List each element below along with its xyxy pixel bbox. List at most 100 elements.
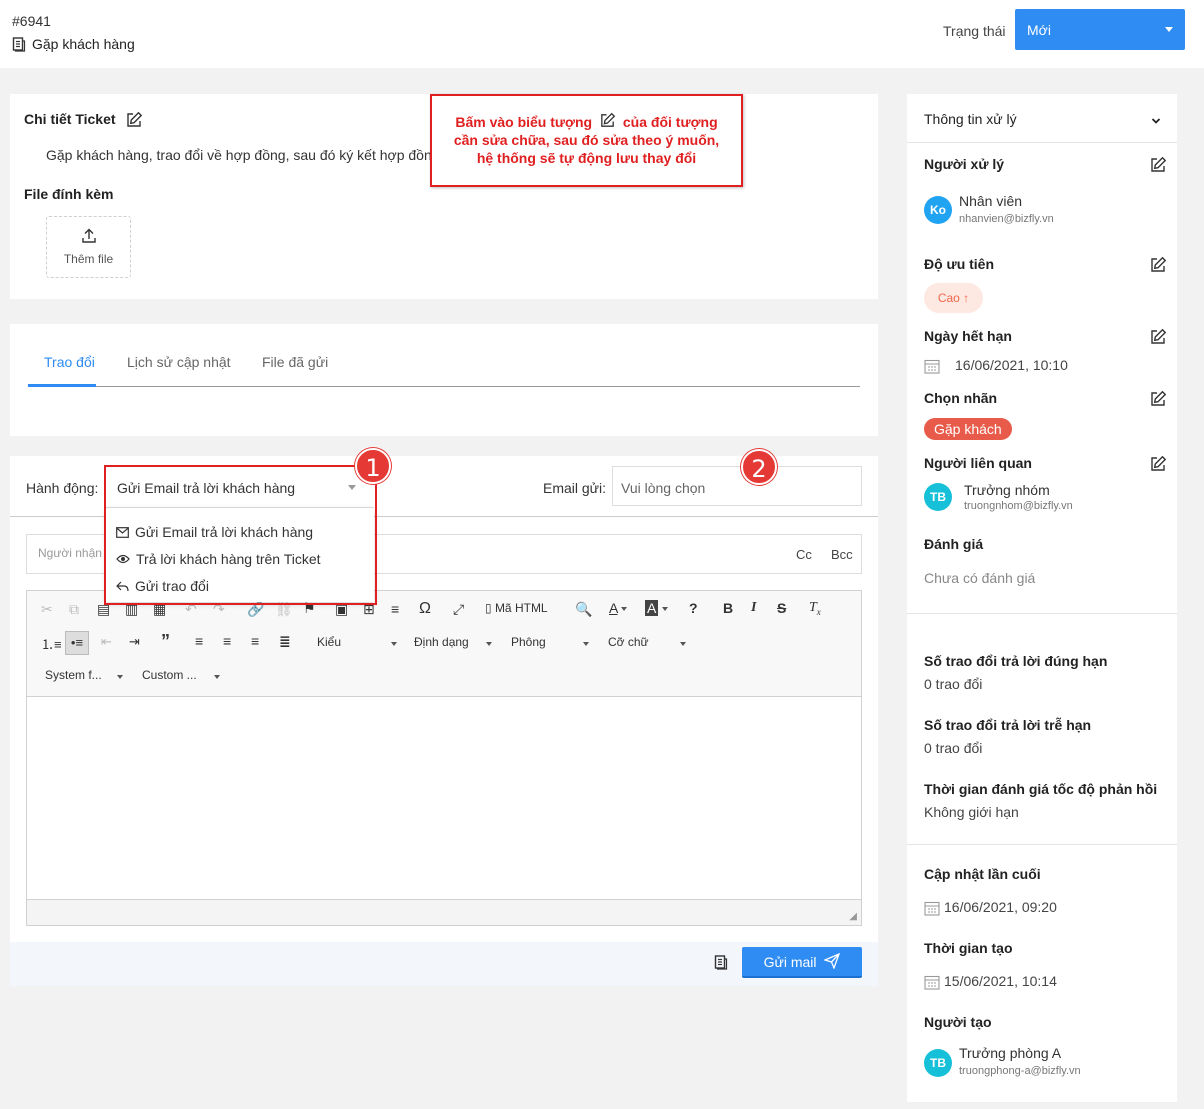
callout-line3: hệ thống sẽ tự động lưu thay đổi [476,150,697,166]
attachments-title: File đính kèm [24,186,114,202]
indent-icon[interactable]: ⇥ [129,634,140,650]
resize-handle-icon[interactable]: ◢ [849,911,857,922]
align-right-icon[interactable]: ≡ [251,633,259,649]
numbered-list-icon[interactable]: ⒈≡ [41,634,62,653]
upload-file-button[interactable]: Thêm file [46,216,131,278]
rating-title: Đánh giá [924,536,984,552]
related-email: truongnhom@bizfly.vn [964,500,1073,512]
font-select-label: Phông [511,635,546,649]
editor-toolbar: ✂ ⧉ ▤ ▥ ▦ ↶ ↷ 🔗 ⛓ ⚑ ▣ ⊞ ≡ Ω ⤢ ▯ Mã HTML … [27,591,861,697]
system-font-label: System f... [45,668,102,682]
annotation-marker-1: 1 [355,448,391,484]
annotation-box-1 [104,465,377,605]
template-icon[interactable] [714,955,728,973]
cc-button[interactable]: Cc [796,547,812,562]
due-date-value: 16/06/2021, 10:10 [955,357,1068,373]
align-center-icon[interactable]: ≡ [223,633,231,649]
help-icon[interactable]: ? [689,600,698,616]
preview-icon[interactable]: 🔍 [575,601,592,618]
panel-separator [907,844,1177,845]
size-select-label: Cỡ chữ [608,635,649,649]
callout-line2: cần sửa chữa, sau đó sửa theo ý muốn, [453,132,720,148]
label-title: Chọn nhãn [924,390,998,406]
chevron-down-icon[interactable] [1151,112,1161,128]
bcc-button[interactable]: Bcc [831,547,853,562]
custom-select[interactable]: Custom ... [142,668,220,682]
upload-label: Thêm file [63,252,114,266]
italic-icon[interactable]: I [751,600,756,616]
remove-format-icon[interactable]: Tx [809,600,821,617]
tab-file-da-gui[interactable]: File đã gửi [262,354,328,370]
style-select[interactable]: Kiểu [317,635,397,649]
size-select[interactable]: Cỡ chữ [608,635,686,649]
edit-related-icon[interactable] [1149,455,1167,476]
system-font-select[interactable]: System f... [45,668,123,682]
edit-icon[interactable] [125,111,143,129]
avatar: Ko [924,196,952,224]
status-select[interactable]: Mới [1015,9,1185,50]
creator-name: Trưởng phòng A [959,1045,1062,1061]
status-value: Mới [1027,22,1051,38]
detail-title: Chi tiết Ticket [24,111,143,129]
response-time-title: Thời gian đánh giá tốc độ phản hồi [924,781,1158,797]
avatar: TB [924,483,952,511]
ticket-id: #6941 [12,13,51,29]
tabs-card [10,324,878,436]
calendar-icon [924,358,940,377]
send-mail-button[interactable]: Gửi mail [742,947,862,978]
edit-assignee-icon[interactable] [1149,156,1167,177]
last-updated-title: Cập nhật lần cuối [924,866,1041,882]
text-color-icon[interactable]: A [609,600,628,616]
paper-plane-icon [823,952,841,970]
format-select-label: Định dạng [414,635,469,649]
format-select[interactable]: Định dạng [414,635,492,649]
tab-lich-su-cap-nhat[interactable]: Lịch sử cập nhật [127,354,231,370]
copy-icon[interactable]: ⧉ [69,601,79,618]
source-button[interactable]: ▯ Mã HTML [485,601,548,615]
style-select-label: Kiểu [317,635,342,649]
assignee-name: Nhân viên [959,193,1023,209]
tabs-baseline [28,386,860,387]
edit-priority-icon[interactable] [1149,256,1167,277]
related-title: Người liên quan [924,455,1032,471]
ticket-description: Gặp khách hàng, trao đổi về hợp đồng, sa… [46,147,440,163]
editor-statusbar: ◢ [27,899,861,925]
late-value: 0 trao đổi [924,740,983,756]
special-char-icon[interactable]: Ω [419,600,431,618]
edit-icon [601,112,616,127]
creator-email: truongphong-a@bizfly.vn [959,1065,1081,1077]
maximize-icon[interactable]: ⤢ [453,601,464,618]
bulleted-list-icon[interactable]: •≡ [65,631,89,655]
instruction-callout: Bấm vào biểu tượng của đối tượng cần sửa… [430,94,743,187]
last-updated-value: 16/06/2021, 09:20 [944,899,1057,915]
ticket-icon [12,36,26,52]
bg-color-icon[interactable]: A [645,600,669,616]
justify-icon[interactable]: ≣ [279,633,291,650]
callout-line1-before: Bấm vào biểu tượng [455,114,593,130]
created-value: 15/06/2021, 10:14 [944,973,1057,989]
font-select[interactable]: Phông [511,635,589,649]
arrow-up-icon: ↑ [963,291,970,305]
ontime-title: Số trao đổi trả lời đúng hạn [924,653,1108,669]
edit-label-icon[interactable] [1149,390,1167,411]
horizontal-line-icon[interactable]: ≡ [391,601,399,617]
align-left-icon[interactable]: ≡ [195,633,203,649]
label-tag: Gặp khách [924,418,1012,440]
email-select[interactable]: Vui lòng chọn [612,466,862,506]
active-tab-indicator [28,384,96,387]
outdent-icon[interactable]: ⇤ [101,634,112,650]
bold-icon[interactable]: B [723,600,733,616]
cut-icon[interactable]: ✂ [41,601,53,618]
avatar: TB [924,1049,952,1077]
due-date-title: Ngày hết hạn [924,328,1012,344]
email-label: Email gửi: [543,480,607,496]
action-label: Hành động: [26,480,99,496]
created-title: Thời gian tạo [924,940,1013,956]
edit-due-date-icon[interactable] [1149,328,1167,349]
source-label: Mã HTML [494,601,548,615]
blockquote-icon[interactable]: ” [161,631,170,652]
send-mail-label: Gửi mail [763,954,817,970]
ticket-name: Gặp khách hàng [12,36,135,52]
strike-icon[interactable]: S [777,600,786,616]
tab-trao-doi[interactable]: Trao đổi [44,354,95,370]
